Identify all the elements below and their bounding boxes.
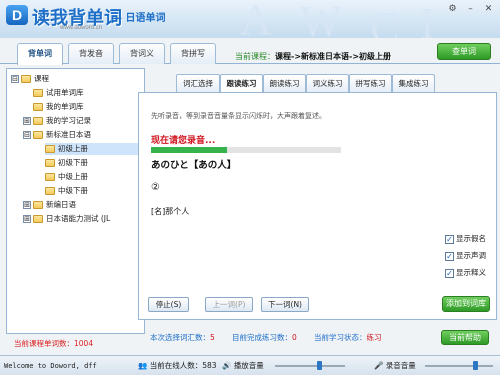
- pitch-accent: ②: [151, 182, 160, 193]
- folder-icon: [21, 75, 31, 83]
- playback-volume-slider[interactable]: [275, 361, 345, 370]
- tree-node[interactable]: 中级上册: [45, 171, 88, 183]
- slider-handle[interactable]: [317, 361, 322, 370]
- tab-integrated-practice[interactable]: 集成练习: [392, 74, 435, 92]
- app-url: www.doword.cn: [60, 25, 103, 31]
- folder-icon: [33, 89, 43, 97]
- app-logo-icon: D: [6, 5, 28, 25]
- folder-icon: [33, 117, 43, 125]
- folder-icon: [45, 187, 55, 195]
- tab-read-aloud[interactable]: 朗读练习: [263, 74, 306, 92]
- tree-node-selected[interactable]: 初级上册: [45, 143, 143, 155]
- online-count: 👥 当前在线人数：583: [138, 361, 217, 370]
- record-volume-slider[interactable]: [425, 361, 493, 370]
- playback-volume-label: 🔊 播放音量: [222, 361, 264, 370]
- record-volume-label: 🎤 录音音量: [374, 361, 416, 370]
- folder-icon: [33, 201, 43, 209]
- tab-memorize-spelling[interactable]: 背拼写: [170, 43, 216, 64]
- previous-word-button[interactable]: 上一词(P): [205, 297, 253, 312]
- add-to-wordbank-button[interactable]: 添加到词库: [442, 296, 490, 312]
- course-tree: ⊟ 课程 试用单词库 我的单词库 ⊞ 我的学习记录 ⊟ 新标准日本语 初级上册 初级下…: [6, 68, 145, 334]
- folder-icon: [45, 173, 55, 181]
- expand-icon[interactable]: ⊞: [23, 117, 31, 125]
- show-kana-checkbox[interactable]: ✓ 显示假名: [445, 233, 486, 244]
- completed-count: 目前完成练习数：0: [232, 333, 297, 342]
- course-word-count: 当前课程单词数：1004: [14, 339, 94, 348]
- app-subtitle: — 日语单词: [112, 13, 166, 24]
- learning-state: 当前学习状态：练习: [314, 333, 382, 342]
- tree-node[interactable]: ⊞ 新编日语: [23, 199, 76, 211]
- folder-icon: [45, 145, 55, 153]
- lookup-word-button[interactable]: 查单词: [437, 43, 491, 60]
- tab-meaning-practice[interactable]: 词义练习: [306, 74, 349, 92]
- practice-panel: 先听录音，等到录音音量条显示闪烁时，大声跟着复述。 现在请您录音... あのひと…: [138, 92, 497, 320]
- minimize-button[interactable]: –: [464, 3, 477, 15]
- expand-icon[interactable]: ⊞: [23, 201, 31, 209]
- tab-memorize-words[interactable]: 背单词: [17, 43, 63, 65]
- main-tabs: 背单词 背发音 背词义 背拼写 当前课程：课程->新标准日本语->初级上册 查单…: [0, 38, 500, 65]
- slider-handle[interactable]: [472, 361, 478, 370]
- settings-icon[interactable]: ⚙: [446, 3, 459, 15]
- tab-memorize-pronunciation[interactable]: 背发音: [68, 43, 114, 64]
- tree-node[interactable]: ⊞ 日本语能力测试 (JL: [23, 213, 110, 225]
- checkmark-icon: ✓: [445, 251, 454, 261]
- close-button[interactable]: ✕: [482, 3, 495, 15]
- folder-icon: [45, 159, 55, 167]
- tree-node[interactable]: 试用单词库: [33, 87, 84, 99]
- tab-word-selection[interactable]: 词汇选择: [176, 74, 220, 92]
- word-display: あのひと【あの人】: [151, 160, 237, 171]
- tab-spelling-practice[interactable]: 拼写练习: [349, 74, 392, 92]
- show-tone-checkbox[interactable]: ✓ 显示声调: [445, 250, 486, 261]
- decorative-letter: W: [300, 0, 342, 38]
- tree-node[interactable]: ⊟ 新标准日本语: [23, 129, 91, 141]
- word-meaning: [名]那个人: [151, 207, 190, 216]
- folder-icon: [33, 131, 43, 139]
- show-meaning-checkbox[interactable]: ✓ 显示释义: [445, 267, 486, 278]
- help-button[interactable]: 当前帮助: [441, 330, 489, 345]
- selected-word-count: 本次选择词汇数：5: [150, 333, 215, 342]
- progress-fill: [151, 147, 227, 153]
- stop-button[interactable]: 停止(S): [148, 297, 189, 312]
- recording-progress-bar: [151, 147, 341, 153]
- folder-icon: [33, 103, 43, 111]
- microphone-icon: 🎤: [374, 361, 384, 370]
- checkmark-icon: ✓: [445, 234, 454, 244]
- user-icon: 👥: [138, 361, 148, 370]
- expand-icon[interactable]: ⊞: [23, 215, 31, 223]
- decorative-letter: A: [240, 0, 272, 38]
- record-prompt: 现在请您录音...: [151, 136, 216, 146]
- welcome-message: Welcome to Doword, dff: [4, 362, 97, 370]
- current-course: 当前课程：课程->新标准日本语->初级上册: [235, 52, 392, 61]
- bottom-status-bar: Welcome to Doword, dff 👥 当前在线人数：583 🔊 播放…: [0, 355, 500, 375]
- tree-node[interactable]: 初级下册: [45, 157, 88, 169]
- next-word-button[interactable]: 下一词(N): [261, 297, 309, 312]
- collapse-icon[interactable]: ⊟: [23, 131, 31, 139]
- folder-icon: [33, 215, 43, 223]
- decorative-letter: I: [420, 0, 435, 38]
- tab-memorize-meaning[interactable]: 背词义: [119, 43, 165, 64]
- tab-follow-read[interactable]: 跟读练习: [220, 74, 263, 92]
- collapse-icon[interactable]: ⊟: [11, 75, 19, 83]
- tree-node[interactable]: 中级下册: [45, 185, 88, 197]
- decorative-letter: C: [370, 3, 400, 38]
- tree-node-courses[interactable]: ⊟ 课程: [11, 73, 49, 85]
- checkmark-icon: ✓: [445, 268, 454, 278]
- tree-node[interactable]: 我的单词库: [33, 101, 84, 113]
- speaker-icon: 🔊: [222, 361, 232, 370]
- instruction-text: 先听录音，等到录音音量条显示闪烁时，大声跟着复述。: [151, 112, 326, 120]
- title-bar: A W C I D 读我背单词 — 日语单词 www.doword.cn ⚙ –…: [0, 0, 500, 38]
- tree-node[interactable]: ⊞ 我的学习记录: [23, 115, 91, 127]
